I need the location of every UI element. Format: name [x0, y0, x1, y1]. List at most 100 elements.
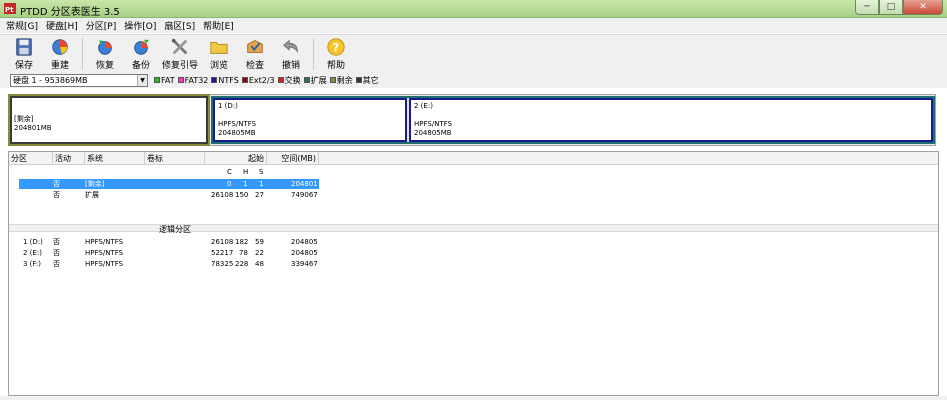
free-label: [剩余] [14, 115, 34, 123]
cell-h: 78 [239, 249, 248, 257]
chs-s: S [259, 168, 264, 176]
cell-space: 339467 [291, 260, 318, 268]
cell-system: HPFS/NTFS [85, 238, 124, 246]
cell-active: 否 [53, 260, 60, 268]
partition-e-fs: HPFS/NTFS [414, 120, 453, 128]
legend-swatch [303, 77, 310, 83]
check-button[interactable]: 检查 [237, 35, 273, 71]
cell-space: 204805 [291, 249, 318, 257]
cell-h: 182 [235, 238, 249, 246]
col-label[interactable]: 卷标 [145, 152, 205, 165]
menu-partition[interactable]: 分区[P] [86, 19, 116, 32]
maximize-button[interactable]: □ [879, 0, 903, 15]
legend-label: 扩展 [310, 75, 327, 85]
disk-map: [剩余] 204801MB 1 (D:) HPFS/NTFS 204805MB … [8, 94, 936, 146]
legend-free: 剩余 [329, 75, 353, 86]
cell-h: 150 [235, 191, 249, 199]
folder-icon [210, 42, 228, 54]
free-size: 204801MB [14, 124, 52, 132]
cell-active: 否 [53, 191, 60, 199]
menu-disk[interactable]: 硬盘[H] [46, 19, 78, 32]
backup-label: 备份 [131, 61, 150, 71]
cell-active: 否 [53, 249, 60, 257]
partition-d-fs: HPFS/NTFS [218, 120, 257, 128]
chs-subheader: C H S [9, 167, 319, 177]
minimize-button[interactable]: ─ [855, 0, 879, 15]
rebuild-pie-icon [52, 39, 68, 55]
cell-active: 否 [53, 238, 60, 246]
help-button[interactable]: ? 帮助 [318, 35, 354, 71]
partition-e-label: 2 (E:) [414, 102, 433, 110]
save-label: 保存 [14, 61, 33, 71]
rebuild-label: 重建 [50, 61, 69, 71]
table-row[interactable]: 否 扩展 26108 150 27 749067 [19, 190, 319, 200]
col-start[interactable]: 起始 [205, 152, 267, 165]
cell-space: 749067 [291, 191, 318, 199]
toolbar-separator [82, 38, 83, 70]
legend-swap: 交换 [277, 75, 301, 86]
diskmap-free-space[interactable]: [剩余] 204801MB [8, 94, 210, 146]
legend-swatch [355, 77, 362, 83]
browse-label: 浏览 [209, 61, 228, 71]
col-space[interactable]: 空间(MB) [267, 152, 319, 165]
menu-help[interactable]: 帮助[E] [203, 19, 234, 32]
legend-swatch [329, 77, 336, 83]
legend-swatch [241, 77, 248, 83]
toolbar: 保存 重建 恢复 备份 修复引导 浏览 检查 撤销 ? 帮助 [0, 34, 947, 72]
diskmap-partition-d[interactable]: 1 (D:) HPFS/NTFS 204805MB [213, 98, 407, 142]
cell-c: 0 [227, 180, 232, 188]
window-controls: ─ □ ✕ [855, 0, 943, 15]
disk-select[interactable]: 硬盘 1 - 953869MB ▼ [10, 73, 148, 87]
browse-button[interactable]: 浏览 [201, 35, 237, 71]
legend-label: 其它 [362, 75, 379, 85]
legend-label: 交换 [284, 75, 301, 85]
partition-d-size: 204805MB [218, 129, 256, 137]
legend-other: 其它 [355, 75, 379, 86]
col-active[interactable]: 活动 [53, 152, 85, 165]
table-row[interactable]: 2 (E:) 否 HPFS/NTFS 52217 78 22 204805 [19, 248, 319, 258]
menu-operation[interactable]: 操作[O] [124, 19, 156, 32]
legend-swatch [154, 77, 160, 83]
backup-button[interactable]: 备份 [123, 35, 159, 71]
restore-button[interactable]: 恢复 [87, 35, 123, 71]
legend-label: NTFS [218, 75, 239, 85]
menu-sector[interactable]: 扇区[S] [164, 19, 195, 32]
table-row[interactable]: 3 (F:) 否 HPFS/NTFS 78325 228 48 339467 [19, 259, 319, 269]
svg-text:Pt: Pt [5, 6, 14, 14]
partition-d-label: 1 (D:) [218, 102, 238, 110]
cell-h: 1 [243, 180, 248, 188]
repair-boot-button[interactable]: 修复引导 [159, 35, 201, 71]
check-box-icon [247, 40, 263, 53]
cell-h: 228 [235, 260, 249, 268]
cell-system: 扩展 [85, 191, 99, 199]
cell-partition: 3 (F:) [23, 260, 41, 268]
cell-c: 26108 [211, 191, 234, 199]
legend-label: 剩余 [336, 75, 353, 85]
save-button[interactable]: 保存 [6, 35, 42, 71]
diskmap-partition-e[interactable]: 2 (E:) HPFS/NTFS 204805MB [409, 98, 933, 142]
rebuild-button[interactable]: 重建 [42, 35, 78, 71]
logical-section-header: 逻辑分区 [9, 224, 938, 234]
tools-icon [171, 38, 188, 55]
disk-selector-row: 硬盘 1 - 953869MB ▼ FAT FAT32 NTFS Ext2/3 … [0, 72, 947, 88]
legend-label: FAT32 [184, 75, 209, 85]
close-button[interactable]: ✕ [903, 0, 943, 15]
backup-icon [134, 39, 150, 55]
table-row[interactable]: 否 [剩余] 0 1 1 204801 [19, 179, 319, 189]
table-row[interactable]: 1 (D:) 否 HPFS/NTFS 26108 182 59 204805 [19, 237, 319, 247]
undo-label: 撤销 [281, 61, 300, 71]
menu-general[interactable]: 常规[G] [6, 19, 38, 32]
cell-c: 78325 [211, 260, 234, 268]
col-partition[interactable]: 分区 [9, 152, 53, 165]
undo-button[interactable]: 撤销 [273, 35, 309, 71]
cell-partition: 2 (E:) [23, 249, 42, 257]
col-system[interactable]: 系统 [85, 152, 145, 165]
cell-s: 59 [255, 238, 264, 246]
cell-system: HPFS/NTFS [85, 260, 124, 268]
legend-swatch [177, 77, 184, 83]
floppy-disk-icon [16, 38, 32, 56]
cell-system: [剩余] [85, 180, 105, 188]
cell-c: 26108 [211, 238, 234, 246]
restore-icon [98, 40, 112, 55]
dropdown-arrow-icon[interactable]: ▼ [137, 74, 147, 86]
